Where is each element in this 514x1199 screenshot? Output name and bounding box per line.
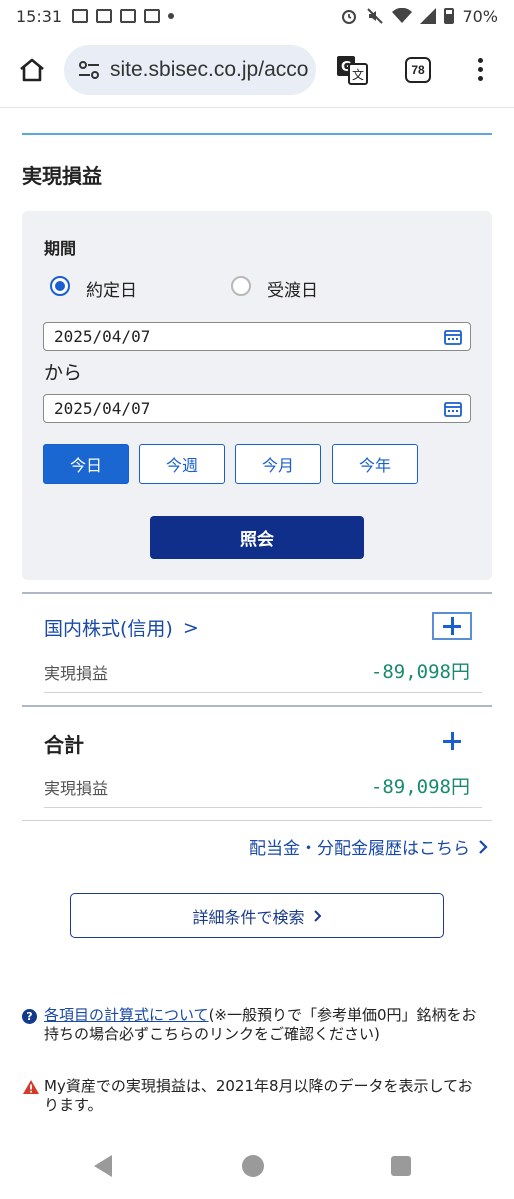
site-settings-icon[interactable]: [78, 60, 100, 79]
notification-icon: [72, 9, 89, 23]
chevron-right-icon: [479, 839, 488, 854]
menu-dot-icon: [477, 67, 483, 72]
this-month-button[interactable]: 今月: [235, 444, 321, 484]
calculation-note: 各項目の計算式について(※一般預りで「参考単価0円」銘柄をお持ちの場合必ずこちら…: [44, 1006, 484, 1044]
date-from-value: 2025/04/07: [54, 327, 151, 346]
battery-icon: [444, 8, 455, 24]
domestic-margin-link[interactable]: 国内株式(信用) >: [44, 614, 199, 641]
page-title: 実現損益: [22, 164, 102, 188]
expand-total-button[interactable]: [443, 732, 461, 750]
calculation-formula-link[interactable]: 各項目の計算式について: [44, 1006, 209, 1024]
calendar-icon[interactable]: [444, 401, 462, 417]
back-icon[interactable]: [94, 1155, 112, 1177]
domestic-realized-pl-value: -89,098円: [370, 661, 470, 683]
advanced-search-label: 詳細条件で検索: [192, 907, 305, 927]
domestic-margin-title: 国内株式(信用): [44, 618, 173, 640]
battery-level: 70%: [462, 6, 498, 26]
divider: [44, 807, 482, 808]
home-circle-icon[interactable]: [242, 1155, 264, 1177]
advanced-search-button[interactable]: 詳細条件で検索: [70, 893, 444, 938]
mute-icon: [367, 8, 384, 24]
address-bar[interactable]: site.sbisec.co.jp/acco: [64, 44, 316, 95]
notification-icon: [96, 9, 113, 23]
expand-domestic-button[interactable]: [432, 612, 472, 640]
period-label: 期間: [44, 239, 77, 258]
chevron-right-icon: [313, 909, 321, 922]
date-to-field[interactable]: 2025/04/07: [43, 394, 471, 423]
help-icon: ?: [22, 1009, 37, 1024]
total-realized-pl-label: 実現損益: [44, 779, 109, 798]
dividend-history-link[interactable]: 配当金・分配金履歴はこちら: [249, 834, 488, 859]
notification-icons: [72, 9, 175, 23]
radio-button-unselected[interactable]: [231, 276, 251, 296]
signal-icon: [420, 8, 437, 24]
divider: [22, 705, 492, 707]
alarm-icon: [342, 10, 357, 24]
radio-trade-date[interactable]: [50, 276, 70, 296]
total-realized-pl-value: -89,098円: [370, 776, 470, 798]
tab-count: 78: [405, 56, 431, 83]
this-year-button[interactable]: 今年: [332, 444, 418, 484]
translate-icon: G文: [337, 55, 368, 85]
plus-icon: [443, 617, 461, 635]
date-from-field[interactable]: 2025/04/07: [43, 322, 471, 351]
menu-dot-icon: [477, 58, 483, 63]
home-button[interactable]: [12, 50, 52, 90]
warning-icon: [23, 1080, 39, 1094]
more-notifications-dot-icon: [168, 13, 175, 19]
dividend-history-label: 配当金・分配金履歴はこちら: [249, 839, 470, 859]
status-bar: 15:31 70%: [0, 0, 514, 32]
calendar-icon[interactable]: [444, 329, 462, 345]
today-button[interactable]: 今日: [43, 444, 129, 484]
url-text: site.sbisec.co.jp/acco: [110, 57, 309, 81]
notification-icon: [120, 9, 137, 23]
home-icon: [20, 58, 44, 81]
inquiry-button[interactable]: 照会: [150, 516, 364, 559]
data-range-note: My資産での実現損益は、2021年8月以降のデータを表示しております。: [44, 1077, 473, 1114]
translate-button[interactable]: G文: [332, 50, 372, 90]
domestic-realized-pl-label: 実現損益: [44, 664, 109, 683]
status-time: 15:31: [16, 6, 63, 26]
date-to-value: 2025/04/07: [54, 399, 151, 418]
radio-settlement-date-label[interactable]: 受渡日: [267, 276, 318, 301]
svg-text:文: 文: [352, 67, 364, 82]
chevron-right-icon: >: [182, 616, 199, 639]
radio-button-selected[interactable]: [50, 276, 70, 296]
divider: [22, 592, 492, 594]
divider: [22, 820, 492, 821]
radio-settlement-date[interactable]: [231, 276, 251, 296]
gmail-icon: [144, 9, 161, 23]
system-icons: 70%: [340, 7, 498, 26]
this-week-button[interactable]: 今週: [139, 444, 225, 484]
from-connector-label: から: [44, 362, 83, 384]
total-title: 合計: [44, 733, 84, 757]
recent-apps-icon[interactable]: [391, 1156, 411, 1176]
menu-dot-icon: [477, 76, 483, 81]
plus-icon: [443, 732, 461, 750]
wifi-icon: [392, 8, 413, 23]
browser-toolbar: site.sbisec.co.jp/acco G文 78: [0, 32, 514, 108]
divider: [44, 692, 482, 693]
browser-menu-button[interactable]: [460, 50, 500, 90]
radio-trade-date-label[interactable]: 約定日: [86, 276, 137, 301]
section-accent-line: [22, 133, 492, 135]
tab-switcher-button[interactable]: 78: [398, 50, 438, 90]
